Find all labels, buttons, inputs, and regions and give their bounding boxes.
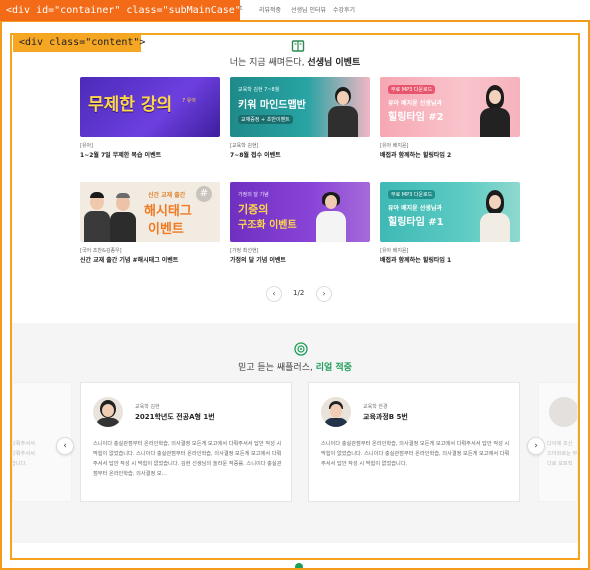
nav-item-course-reviews[interactable]: 수강후기 (333, 5, 355, 14)
container-debug-label: <div id="container" class="subMainCase"> (0, 0, 247, 21)
event-thumb-5-headline-2: 구조화 이벤트 (238, 220, 297, 231)
event-thumb-2-kicker: 교육학 김현 7~8월 (238, 87, 280, 93)
events-title: 너는 지금 쌔며든다, 선생님 이벤트 (12, 55, 578, 68)
event-title-5[interactable]: 가정의 달 기념 이벤트 (230, 255, 286, 264)
events-title-plain: 너는 지금 쌔며든다, (229, 58, 308, 68)
ghost-left-line-2: 다뤄주서서 (12, 451, 35, 457)
next-section-icon (295, 563, 303, 570)
event-category-1: [유아] (80, 143, 94, 149)
reviews-next-button[interactable]: › (527, 437, 545, 455)
pager-next-button[interactable]: › (316, 286, 332, 302)
review-subject-1: 교육학 김현 (135, 404, 160, 410)
ghost-left-line-1: 다뤄주서서 (12, 441, 35, 447)
event-thumb-3-kicker: 무료 MP3 다운로드 (388, 85, 436, 94)
nav-item-teacher-interview[interactable]: 선생님 인터뷰 (291, 5, 326, 14)
event-thumb-4[interactable]: 신간 교재 출간 해시태그 이벤트 # (80, 182, 220, 242)
event-card-1[interactable]: 무제한 강의 7 유아 [유아] 1~2월 7일 무제한 복습 이벤트 (80, 77, 220, 167)
event-card-4[interactable]: 신간 교재 출간 해시태그 이벤트 # [국어 조찬&김종우] 신간 교재 출간… (80, 182, 220, 272)
event-category-3: [유아 배지윤] (380, 143, 409, 149)
pager-prev-button[interactable]: ‹ (266, 286, 282, 302)
reviews-prev-button[interactable]: ‹ (56, 437, 74, 455)
review-subject-2: 교육학 한경 (363, 404, 388, 410)
events-pager: ‹ 1/2 › (266, 286, 336, 302)
event-thumb-2-headline: 키워 마인드맵반 (238, 100, 306, 111)
event-thumb-5-headline: 기증의 (238, 203, 269, 216)
reviews-title: 믿고 듣는 쌔플러스, 리얼 적중 (12, 360, 578, 373)
events-title-bold: 선생님 이벤트 (307, 58, 361, 68)
review-headline-1: 2021학년도 전공A형 1번 (135, 413, 215, 421)
event-thumb-2-badge: 교재증정 + 초반이벤트 (238, 115, 293, 124)
ghost-left-line-3: 습니다. (12, 461, 27, 467)
event-thumb-3[interactable]: 무료 MP3 다운로드 유아 배지윤 선생님과 힐링타임 #2 (380, 77, 520, 137)
event-title-3[interactable]: 배접과 함께하는 힐링타임 2 (380, 150, 451, 159)
event-thumb-3-headline: 유아 배지윤 선생님과 (388, 100, 442, 107)
event-category-2: [교육학 김현] (230, 143, 259, 149)
review-headline-2: 교육과정B 5번 (363, 413, 408, 421)
pager-status: 1/2 (293, 289, 304, 297)
event-thumb-3-headline-2: 힐링타임 #2 (388, 112, 444, 123)
event-thumb-5-kicker: 가정의 달 기념 (238, 192, 269, 198)
nav-item-review-hits[interactable]: 리뷰적중 (259, 5, 281, 14)
event-thumb-6[interactable]: 무료 MP3 다운로드 유아 배지윤 선생님과 힐링타임 #1 (380, 182, 520, 242)
avatar (321, 397, 351, 427)
event-category-6: [유아 배지윤] (380, 248, 409, 254)
event-thumb-2[interactable]: 교육학 김현 7~8월 키워 마인드맵반 교재증정 + 초반이벤트 (230, 77, 370, 137)
review-body-2: 스니이다 충실관점부터 온라인학습, 의사결정 모든게 모고에서 다뤄주서서 답… (321, 441, 510, 467)
ghost-right-line-3: 다로 포트직 (547, 461, 573, 467)
event-category-4: [국어 조찬&김종우] (80, 248, 122, 254)
review-card-1[interactable]: 교육학 김현 2021학년도 전공A형 1번 스니이다 충실관점부터 온라인학습… (80, 382, 292, 502)
event-card-2[interactable]: 교육학 김현 7~8월 키워 마인드맵반 교재증정 + 초반이벤트 [교육학 김… (230, 77, 370, 167)
event-title-2[interactable]: 7~8월 접수 이벤트 (230, 150, 281, 159)
avatar (549, 397, 577, 427)
event-thumb-6-headline: 유아 배지윤 선생님과 (388, 205, 442, 212)
pager-total: 2 (299, 289, 305, 297)
event-thumb-5[interactable]: 가정의 달 기념 기증의 구조화 이벤트 (230, 182, 370, 242)
review-body-1: 스니이다 충실관점부터 온라인학습, 의사결정 모든게 모고에서 다뤄주서서 답… (93, 441, 282, 477)
event-card-6[interactable]: 무료 MP3 다운로드 유아 배지윤 선생님과 힐링타임 #1 [유아 배지윤]… (380, 182, 520, 272)
book-icon (291, 40, 305, 52)
event-thumb-6-kicker: 무료 MP3 다운로드 (388, 190, 436, 199)
event-card-3[interactable]: 무료 MP3 다운로드 유아 배지윤 선생님과 힐링타임 #2 [유아 배지윤]… (380, 77, 520, 167)
reviews-title-bold: 리얼 적중 (315, 363, 352, 373)
event-card-5[interactable]: 가정의 달 기념 기증의 구조화 이벤트 [가정 최선현] 가정의 달 기념 이… (230, 182, 370, 272)
hashtag-icon: # (196, 186, 212, 202)
teacher-photo (110, 190, 136, 242)
target-icon (294, 342, 308, 356)
ghost-right-line-2: 으어와로는 부분내 (547, 451, 578, 457)
event-title-1[interactable]: 1~2월 7일 무제한 복습 이벤트 (80, 150, 161, 159)
event-thumb-1-sub: 7 유아 (182, 98, 196, 104)
teacher-photo (478, 186, 512, 242)
ghost-right-line-1: 다이에 조신 (547, 441, 573, 447)
event-thumb-1[interactable]: 무제한 강의 7 유아 (80, 77, 220, 137)
content-debug-label: <div class="content"> (13, 34, 145, 52)
review-card-2[interactable]: 교육학 한경 교육과정B 5번 스니이다 충실관점부터 온라인학습, 의사결정 … (308, 382, 520, 502)
teacher-photo (326, 81, 360, 137)
event-thumb-4-headline: 해시태그 (144, 204, 192, 219)
event-title-6[interactable]: 배접과 함께하는 힐링타임 1 (380, 255, 451, 264)
event-thumb-1-headline: 무제한 강의 (88, 95, 173, 115)
teacher-photo (84, 188, 110, 242)
event-title-4[interactable]: 신간 교재 출간 기념 #해시태그 이벤트 (80, 255, 178, 264)
event-thumb-6-headline-2: 힐링타임 #1 (388, 217, 444, 228)
teacher-photo (314, 186, 348, 242)
avatar (93, 397, 123, 427)
teacher-photo (478, 81, 512, 137)
reviews-title-plain: 믿고 듣는 쌔플러스, (238, 363, 316, 373)
event-thumb-4-headline-2: 이벤트 (148, 222, 184, 237)
event-category-5: [가정 최선현] (230, 248, 259, 254)
event-thumb-4-kicker: 신간 교재 출간 (148, 192, 186, 199)
